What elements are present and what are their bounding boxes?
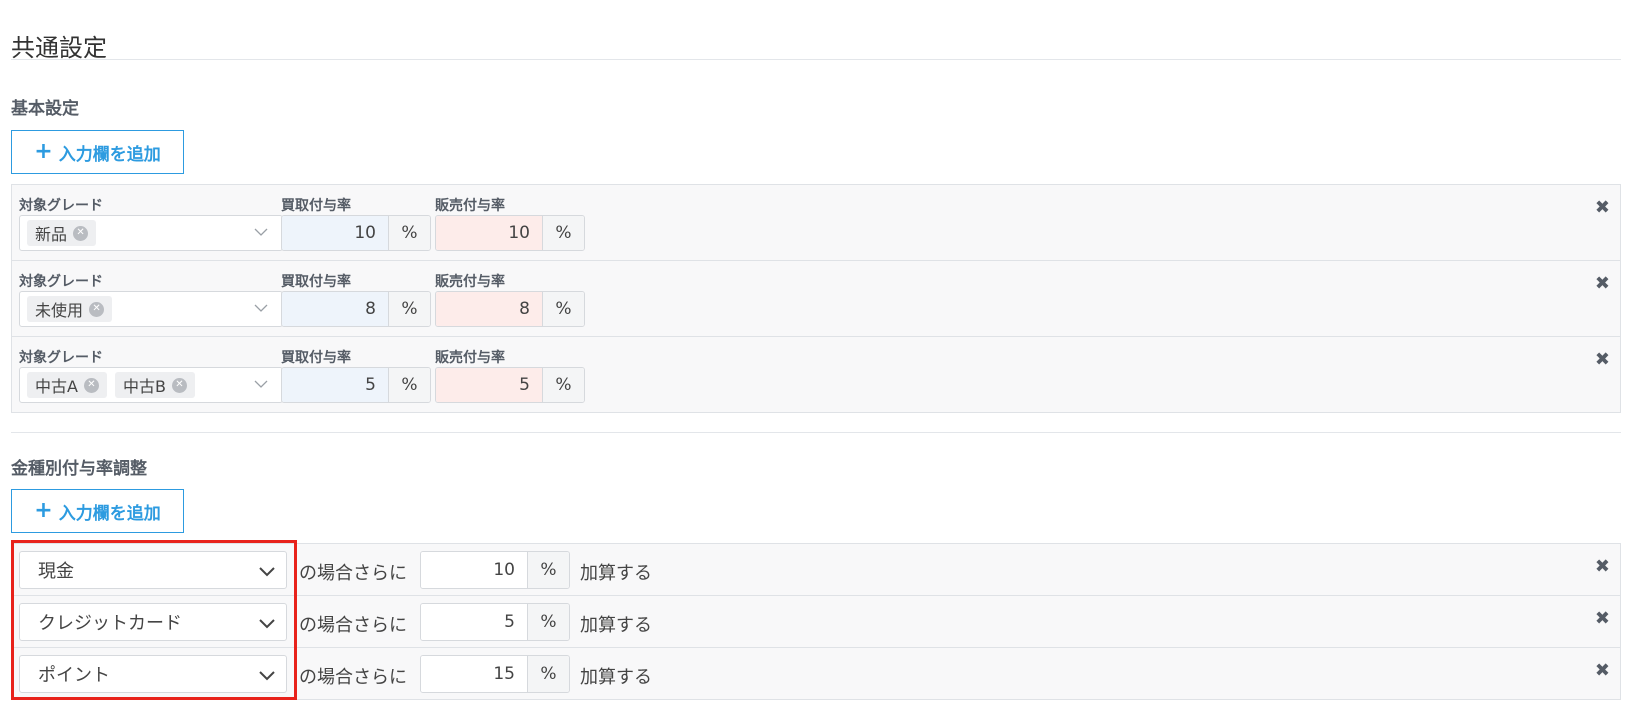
sell-rate-label: 販売付与率 xyxy=(435,350,505,366)
payment-method-value: ポイント xyxy=(38,665,110,686)
circle-x-icon[interactable]: ✕ xyxy=(89,301,105,317)
plus-icon: + xyxy=(34,498,53,523)
add-field-label: 入力欄を追加 xyxy=(58,144,161,165)
add-suffix-text: 加算する xyxy=(580,615,652,636)
chevron-down-icon xyxy=(259,671,275,681)
circle-x-icon[interactable]: ✕ xyxy=(171,377,187,393)
percent-addon: % xyxy=(527,656,569,692)
sell-rate-input[interactable] xyxy=(436,216,542,250)
grade-tag-select[interactable]: 新品 ✕ xyxy=(19,215,283,251)
grade-tag: 中古B ✕ xyxy=(114,372,195,398)
sell-rate-group: % xyxy=(435,215,585,251)
basic-add-field-button[interactable]: + 入力欄を追加 xyxy=(11,130,184,174)
chevron-down-icon xyxy=(254,304,268,312)
buy-rate-label: 買取付与率 xyxy=(281,274,351,290)
title-divider xyxy=(11,59,1621,60)
grade-rate-row: 対象グレード 中古A ✕ 中古B ✕ 買取付与率 % 販売付与率 % ✖ xyxy=(12,337,1620,413)
percent-addon: % xyxy=(542,368,584,402)
sell-rate-label: 販売付与率 xyxy=(435,198,505,214)
adjust-add-field-button[interactable]: + 入力欄を追加 xyxy=(11,489,184,533)
adjust-settings-heading: 金種別付与率調整 xyxy=(11,459,147,479)
payment-adjust-row: ポイント の場合さらに % 加算する ✖ xyxy=(12,648,1620,700)
grade-tag: 未使用 ✕ xyxy=(27,296,113,322)
buy-rate-group: % xyxy=(281,291,431,327)
buy-rate-input[interactable] xyxy=(282,292,388,326)
close-icon[interactable]: ✖ xyxy=(1595,273,1610,294)
chevron-down-icon xyxy=(254,228,268,236)
add-suffix-text: 加算する xyxy=(580,563,652,584)
grade-tag-label: 中古A xyxy=(35,377,78,396)
adjust-rate-group: % xyxy=(420,551,570,589)
payment-adjust-row: クレジットカード の場合さらに % 加算する ✖ xyxy=(12,596,1620,648)
add-field-label: 入力欄を追加 xyxy=(58,503,161,524)
adjust-rate-group: % xyxy=(420,655,570,693)
percent-addon: % xyxy=(388,216,430,250)
grade-tag-label: 未使用 xyxy=(35,301,84,320)
payment-adjust-list: 現金 の場合さらに % 加算する ✖ クレジットカード の場合さらに % 加算す… xyxy=(11,543,1621,700)
payment-method-select[interactable]: ポイント xyxy=(19,655,287,693)
adjust-rate-input[interactable] xyxy=(421,604,527,640)
grade-rate-row: 対象グレード 新品 ✕ 買取付与率 % 販売付与率 % ✖ xyxy=(12,185,1620,261)
sell-rate-label: 販売付与率 xyxy=(435,274,505,290)
plus-icon: + xyxy=(34,139,53,164)
chevron-down-icon xyxy=(259,619,275,629)
payment-method-value: クレジットカード xyxy=(38,613,182,634)
percent-addon: % xyxy=(527,552,569,588)
buy-rate-label: 買取付与率 xyxy=(281,198,351,214)
grade-tag-select[interactable]: 中古A ✕ 中古B ✕ xyxy=(19,367,283,403)
grade-rate-row: 対象グレード 未使用 ✕ 買取付与率 % 販売付与率 % ✖ xyxy=(12,261,1620,337)
adjust-rate-group: % xyxy=(420,603,570,641)
chevron-down-icon xyxy=(254,380,268,388)
basic-settings-heading: 基本設定 xyxy=(11,99,79,119)
percent-addon: % xyxy=(388,292,430,326)
adjust-rate-input[interactable] xyxy=(421,552,527,588)
payment-method-value: 現金 xyxy=(38,561,74,582)
grade-label: 対象グレード xyxy=(19,274,103,290)
sell-rate-group: % xyxy=(435,291,585,327)
section-divider xyxy=(11,432,1621,433)
grade-tag-label: 中古B xyxy=(122,377,166,396)
adjust-rate-input[interactable] xyxy=(421,656,527,692)
circle-x-icon[interactable]: ✕ xyxy=(73,225,89,241)
percent-addon: % xyxy=(542,216,584,250)
condition-text: の場合さらに xyxy=(299,563,407,584)
close-icon[interactable]: ✖ xyxy=(1595,349,1610,370)
grade-tag-label: 新品 xyxy=(35,225,68,244)
buy-rate-group: % xyxy=(281,215,431,251)
grade-label: 対象グレード xyxy=(19,350,103,366)
grade-rate-list: 対象グレード 新品 ✕ 買取付与率 % 販売付与率 % ✖ 対象グレード 未使用… xyxy=(11,184,1621,413)
close-icon[interactable]: ✖ xyxy=(1595,197,1610,218)
buy-rate-label: 買取付与率 xyxy=(281,350,351,366)
close-icon[interactable]: ✖ xyxy=(1595,660,1610,681)
payment-method-select[interactable]: 現金 xyxy=(19,551,287,589)
condition-text: の場合さらに xyxy=(299,667,407,688)
grade-tag: 新品 ✕ xyxy=(27,220,97,246)
close-icon[interactable]: ✖ xyxy=(1595,608,1610,629)
grade-tag: 中古A ✕ xyxy=(27,372,107,398)
chevron-down-icon xyxy=(259,567,275,577)
sell-rate-group: % xyxy=(435,367,585,403)
grade-label: 対象グレード xyxy=(19,198,103,214)
payment-method-select[interactable]: クレジットカード xyxy=(19,603,287,641)
condition-text: の場合さらに xyxy=(299,615,407,636)
circle-x-icon[interactable]: ✕ xyxy=(83,377,99,393)
buy-rate-input[interactable] xyxy=(282,216,388,250)
buy-rate-group: % xyxy=(281,367,431,403)
page-title: 共通設定 xyxy=(11,34,107,63)
grade-tag-select[interactable]: 未使用 ✕ xyxy=(19,291,283,327)
percent-addon: % xyxy=(542,292,584,326)
percent-addon: % xyxy=(388,368,430,402)
sell-rate-input[interactable] xyxy=(436,292,542,326)
percent-addon: % xyxy=(527,604,569,640)
payment-adjust-row: 現金 の場合さらに % 加算する ✖ xyxy=(12,544,1620,596)
sell-rate-input[interactable] xyxy=(436,368,542,402)
add-suffix-text: 加算する xyxy=(580,667,652,688)
close-icon[interactable]: ✖ xyxy=(1595,556,1610,577)
buy-rate-input[interactable] xyxy=(282,368,388,402)
